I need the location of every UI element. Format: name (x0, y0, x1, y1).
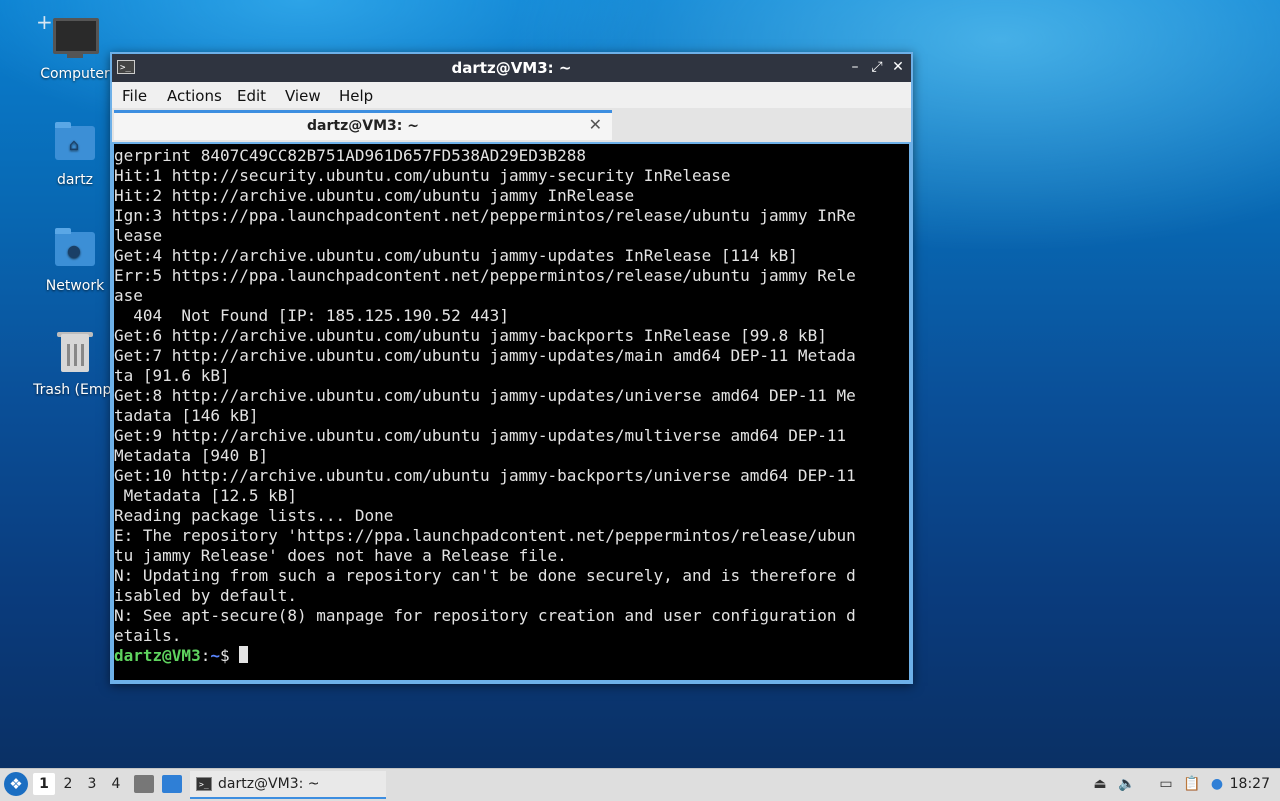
start-menu-icon[interactable]: ❖ (4, 772, 28, 796)
home-folder-icon: ⌂ (51, 122, 99, 166)
tab-close-icon[interactable]: ✕ (589, 115, 602, 134)
menu-edit[interactable]: Edit (237, 87, 266, 105)
minimize-button[interactable]: – (846, 58, 864, 76)
window-titlebar[interactable]: >_ dartz@VM3: ~ – ⤢ ✕ (112, 54, 911, 82)
volume-icon[interactable]: 🔈 (1118, 775, 1136, 793)
menu-view[interactable]: View (285, 87, 321, 105)
close-button[interactable]: ✕ (889, 58, 907, 76)
prompt-user: dartz@VM3 (114, 646, 201, 665)
prompt-path: ~ (210, 646, 220, 665)
maximize-button[interactable]: ⤢ (868, 58, 886, 76)
terminal-output-area[interactable]: gerprint 8407C49CC82B751AD961D657FD538AD… (114, 144, 909, 680)
trash-icon (51, 332, 99, 376)
window-title: dartz@VM3: ~ (451, 59, 572, 77)
prompt-separator: : (200, 646, 211, 665)
terminal-icon: >_ (196, 777, 212, 791)
workspace-1[interactable]: 1 (33, 773, 55, 795)
clock[interactable]: 18:27 (1230, 776, 1270, 792)
update-notifier-icon[interactable]: ● (1208, 775, 1226, 793)
taskbar: ❖ 1 2 3 4 >_ dartz@VM3: ~ ⏏ 🔈 ▭ 📋 ● 18:2… (0, 768, 1280, 801)
show-desktop-icon[interactable] (162, 775, 182, 793)
menu-help[interactable]: Help (339, 87, 373, 105)
terminal-output: gerprint 8407C49CC82B751AD961D657FD538AD… (114, 146, 856, 645)
menu-file[interactable]: File (122, 87, 147, 105)
task-label: dartz@VM3: ~ (218, 776, 320, 792)
computer-icon (51, 16, 99, 60)
workspace-4[interactable]: 4 (105, 773, 127, 795)
file-manager-icon[interactable] (134, 775, 154, 793)
clipboard-icon[interactable]: 📋 (1183, 775, 1201, 793)
terminal-window: >_ dartz@VM3: ~ – ⤢ ✕ File Actions Edit … (110, 52, 913, 684)
eject-icon[interactable]: ⏏ (1091, 775, 1109, 793)
workspace-3[interactable]: 3 (81, 773, 103, 795)
prompt-symbol: $ (219, 646, 240, 665)
menubar: File Actions Edit View Help (112, 82, 911, 108)
tab-bar: dartz@VM3: ~ ✕ (112, 108, 911, 142)
text-cursor (239, 646, 249, 663)
menu-actions[interactable]: Actions (167, 87, 222, 105)
tab-label: dartz@VM3: ~ (307, 118, 419, 134)
network-folder-icon: ● (51, 228, 99, 272)
network-icon[interactable]: ▭ (1157, 775, 1175, 793)
tab-terminal[interactable]: dartz@VM3: ~ ✕ (114, 110, 612, 140)
workspace-2[interactable]: 2 (57, 773, 79, 795)
task-terminal[interactable]: >_ dartz@VM3: ~ (190, 771, 386, 799)
